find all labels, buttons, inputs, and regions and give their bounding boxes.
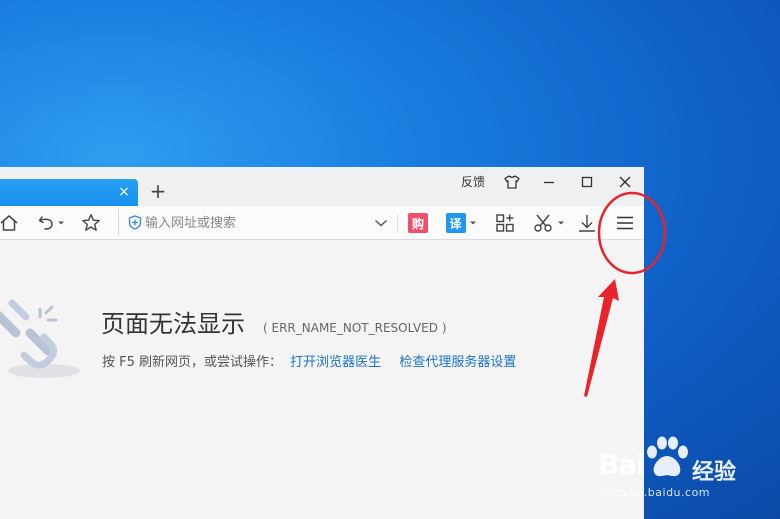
- annotation-circle: [597, 191, 667, 275]
- watermark-jingyan: 经验: [692, 460, 737, 485]
- watermark-url: jingyan.baidu.com: [600, 486, 711, 499]
- annotation-arrow: [584, 279, 619, 397]
- paw-icon: [647, 436, 688, 477]
- watermark-brand: Bai: [598, 448, 646, 481]
- baidu-jingyan-watermark: Bai 经验 jingyan.baidu.com: [596, 432, 776, 504]
